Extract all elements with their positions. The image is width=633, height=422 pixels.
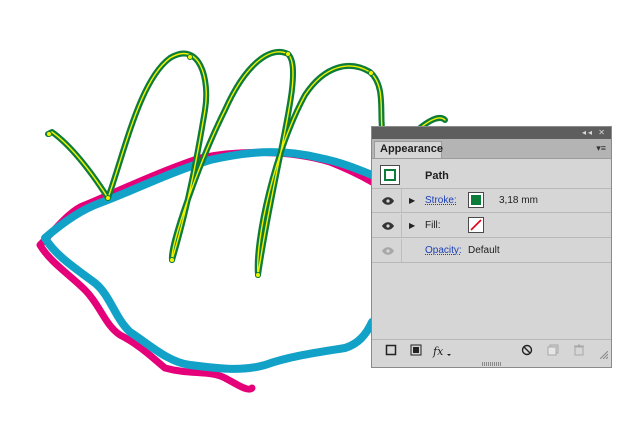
anchor-point[interactable]	[169, 257, 175, 263]
panel-drag-grip[interactable]	[482, 362, 502, 366]
add-new-stroke-icon[interactable]	[385, 344, 397, 356]
appearance-panel: ◂◂ ✕ Appearance ▾≡ Path ▶ Stroke: 3,18 m…	[371, 126, 612, 368]
panel-menu-icon[interactable]: ▾≡	[596, 141, 606, 156]
anchor-point[interactable]	[105, 195, 111, 201]
path-thumbnail-icon	[380, 165, 400, 185]
clear-appearance-icon[interactable]	[521, 344, 533, 356]
fill-none-swatch-icon[interactable]	[468, 217, 484, 233]
fill-visibility-toggle[interactable]	[372, 214, 402, 237]
blue-path[interactable]	[41, 148, 376, 373]
panel-titlebar[interactable]: ◂◂ ✕	[372, 127, 611, 139]
opacity-value: Default	[468, 245, 500, 256]
panel-window-controls[interactable]: ◂◂ ✕	[582, 127, 607, 139]
expand-triangle-icon[interactable]: ▶	[409, 196, 415, 205]
add-effect-icon[interactable]: fx	[432, 344, 452, 358]
anchor-point[interactable]	[255, 272, 261, 278]
stroke-label[interactable]: Stroke:	[425, 195, 457, 206]
tab-appearance[interactable]: Appearance	[374, 141, 443, 158]
stroke-weight-value[interactable]: 3,18 mm	[499, 195, 538, 206]
opacity-row[interactable]: Opacity: Default	[372, 239, 611, 263]
add-new-fill-icon[interactable]	[410, 344, 422, 356]
anchor-point[interactable]	[46, 131, 52, 137]
delete-item-icon	[574, 344, 584, 356]
expand-triangle-icon[interactable]: ▶	[409, 221, 415, 230]
resize-grip-icon[interactable]	[600, 351, 608, 359]
opacity-visibility-toggle	[372, 239, 402, 262]
fill-row[interactable]: ▶ Fill:	[372, 214, 611, 238]
anchor-point[interactable]	[187, 54, 193, 60]
eye-icon	[382, 222, 394, 230]
duplicate-item-icon	[547, 344, 559, 356]
stroke-swatch[interactable]	[468, 192, 484, 208]
panel-tab-row: Appearance ▾≡	[372, 139, 611, 159]
anchor-point[interactable]	[368, 70, 374, 76]
stroke-row[interactable]: ▶ Stroke: 3,18 mm	[372, 189, 611, 213]
opacity-label[interactable]: Opacity:	[425, 245, 462, 256]
eye-icon	[382, 197, 394, 205]
fill-label: Fill:	[425, 220, 441, 231]
selection-label: Path	[425, 170, 449, 182]
panel-bottom-toolbar: fx	[372, 339, 611, 361]
stroke-visibility-toggle[interactable]	[372, 189, 402, 212]
eye-icon	[382, 247, 394, 255]
selection-row[interactable]: Path	[372, 163, 611, 189]
svg-text:fx: fx	[432, 345, 444, 358]
anchor-point[interactable]	[285, 51, 291, 57]
